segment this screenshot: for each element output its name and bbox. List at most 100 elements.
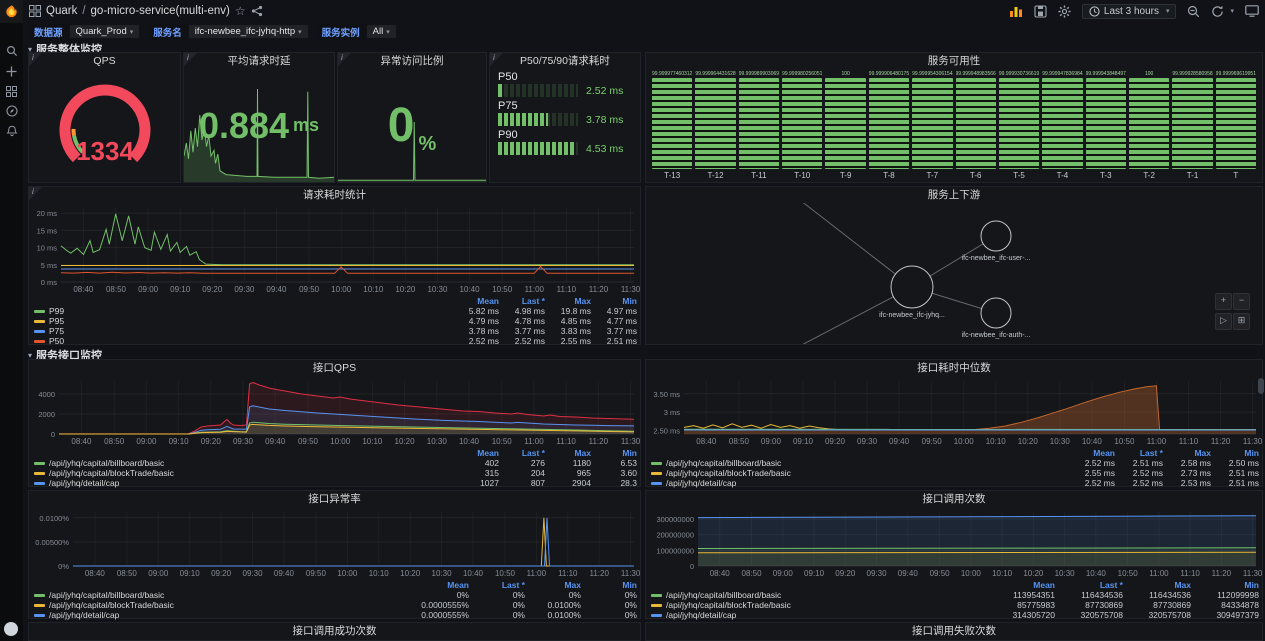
panel-info-corner[interactable] <box>490 53 503 66</box>
sidebar-dashboards[interactable] <box>0 81 23 101</box>
latency-stats-chart[interactable]: 08:4008:5009:0009:1009:2009:3009:4009:50… <box>29 203 640 295</box>
percentile-row: P502.52 ms <box>498 71 632 97</box>
api-latency-median-chart[interactable]: 08:4008:5009:0009:1009:2009:3009:4009:50… <box>646 376 1262 447</box>
panel-title[interactable]: 接口异常率 <box>29 491 640 507</box>
panel-info-corner[interactable] <box>29 53 42 66</box>
series-stat: 0% <box>469 590 525 600</box>
insights-button[interactable] <box>1009 5 1023 17</box>
legend-col-mean[interactable]: Mean <box>453 448 499 458</box>
legend-col-mean[interactable]: Mean <box>987 580 1055 590</box>
save-dashboard-button[interactable] <box>1034 5 1047 18</box>
panel-title[interactable]: P50/75/90请求耗时 <box>490 53 640 69</box>
sidebar-explore[interactable] <box>0 101 23 121</box>
dashboard-title[interactable]: go-micro-service(multi-env) <box>91 5 230 17</box>
series-label[interactable]: /api/jyhq/capital/billboard/basic <box>49 590 164 600</box>
page-scrollbar-thumb[interactable] <box>1258 378 1264 394</box>
grafana-logo[interactable] <box>0 0 23 23</box>
series-label[interactable]: /api/jyhq/capital/blockTrade/basic <box>666 600 791 610</box>
panel-info-corner[interactable] <box>184 53 197 66</box>
variable-value[interactable]: All▾ <box>367 25 396 38</box>
variable-service-name[interactable]: 服务名 ifc-newbee_ifc-jyhq-http▾ <box>147 24 307 39</box>
api-error-rate-chart[interactable]: 08:4008:5009:0009:1009:2009:3009:4009:50… <box>29 507 640 579</box>
zoom-out-time-button[interactable] <box>1187 5 1200 18</box>
series-label[interactable]: /api/jyhq/detail/cap <box>49 610 119 620</box>
time-range-picker[interactable]: Last 3 hours ▾ <box>1082 4 1177 19</box>
panel-title[interactable]: 接口调用成功次数 <box>29 623 640 639</box>
layout-grid-button[interactable]: ⊞ <box>1233 313 1250 330</box>
legend-col-last[interactable]: Last * <box>1055 580 1123 590</box>
sidebar-create[interactable] <box>0 61 23 81</box>
panel-title[interactable]: 接口调用次数 <box>646 491 1262 507</box>
sidebar-search[interactable] <box>0 41 23 61</box>
legend-col-last[interactable]: Last * <box>499 296 545 306</box>
service-node[interactable] <box>891 266 933 308</box>
variable-value[interactable]: Quark_Prod▾ <box>70 25 140 38</box>
series-label[interactable]: /api/jyhq/detail/cap <box>666 610 736 620</box>
panel-title[interactable]: 服务上下游 <box>646 187 1262 203</box>
panel-info-corner[interactable] <box>29 187 42 200</box>
api-calls-chart[interactable]: 08:4008:5009:0009:1009:2009:3009:4009:50… <box>646 507 1262 579</box>
series-label[interactable]: /api/jyhq/capital/billboard/basic <box>49 458 164 468</box>
service-node[interactable] <box>981 298 1011 328</box>
series-label[interactable]: /api/jyhq/capital/blockTrade/basic <box>666 468 791 478</box>
zoom-in-button[interactable]: + <box>1215 293 1232 310</box>
series-label[interactable]: /api/jyhq/capital/billboard/basic <box>666 590 781 600</box>
dashboard-settings-button[interactable] <box>1058 5 1071 18</box>
legend-col-mean[interactable]: Mean <box>1067 448 1115 458</box>
pan-button[interactable]: ▷ <box>1215 313 1232 330</box>
series-label[interactable]: P99 <box>49 306 64 316</box>
user-avatar[interactable] <box>4 622 18 636</box>
availability-bar <box>1216 78 1256 169</box>
legend-col-min[interactable]: Min <box>591 448 637 458</box>
zoom-out-button[interactable]: − <box>1233 293 1250 310</box>
legend-col-max[interactable]: Max <box>545 448 591 458</box>
legend-col-min[interactable]: Min <box>591 296 637 306</box>
service-node[interactable] <box>981 221 1011 251</box>
cycle-view-mode-button[interactable] <box>1245 5 1259 17</box>
panel-title[interactable]: 请求耗时统计 <box>29 187 640 203</box>
series-label[interactable]: /api/jyhq/capital/blockTrade/basic <box>49 600 174 610</box>
svg-text:10:50: 10:50 <box>1114 437 1135 446</box>
series-label[interactable]: /api/jyhq/capital/blockTrade/basic <box>49 468 174 478</box>
legend-col-max[interactable]: Max <box>1123 580 1191 590</box>
share-icon[interactable] <box>251 5 263 17</box>
variable-datasource[interactable]: 数据源 Quark_Prod▾ <box>28 24 139 39</box>
series-label[interactable]: P95 <box>49 316 64 326</box>
legend-col-min[interactable]: Min <box>581 580 637 590</box>
legend-col-mean[interactable]: Mean <box>453 296 499 306</box>
api-qps-chart[interactable]: 08:4008:5009:0009:1009:2009:3009:4009:50… <box>29 376 640 447</box>
legend-col-last[interactable]: Last * <box>469 580 525 590</box>
legend-col-mean[interactable]: Mean <box>413 580 469 590</box>
service-topology-graph[interactable]: ifc-newbee_ifc-jyhq...ifc-newbee_ifc-use… <box>646 203 1262 344</box>
series-label[interactable]: /api/jyhq/detail/cap <box>49 478 119 488</box>
svg-text:10:30: 10:30 <box>427 285 448 294</box>
panel-title[interactable]: 平均请求时延 <box>184 53 334 69</box>
breadcrumb-app[interactable]: Quark <box>46 5 77 17</box>
variable-value[interactable]: ifc-newbee_ifc-jyhq-http▾ <box>189 25 308 38</box>
series-label[interactable]: P50 <box>49 336 64 346</box>
legend-col-last[interactable]: Last * <box>1115 448 1163 458</box>
legend-col-last[interactable]: Last * <box>499 448 545 458</box>
legend-col-max[interactable]: Max <box>1163 448 1211 458</box>
panel-title[interactable]: 接口耗时中位数 <box>646 360 1262 376</box>
legend-col-min[interactable]: Min <box>1191 580 1259 590</box>
legend-col-max[interactable]: Max <box>545 296 591 306</box>
panel-info-corner[interactable] <box>338 53 351 66</box>
series-label[interactable]: /api/jyhq/detail/cap <box>666 478 736 488</box>
panel-title[interactable]: 接口调用失败次数 <box>646 623 1262 639</box>
refresh-interval-caret[interactable]: ▾ <box>1230 7 1234 15</box>
panel-title[interactable]: 服务可用性 <box>646 53 1262 69</box>
legend-col-min[interactable]: Min <box>1211 448 1259 458</box>
series-label[interactable]: /api/jyhq/capital/billboard/basic <box>666 458 781 468</box>
star-icon[interactable]: ☆ <box>235 4 246 18</box>
variable-service-instance[interactable]: 服务实例 All▾ <box>316 24 396 39</box>
panel-title[interactable]: 接口QPS <box>29 360 640 376</box>
refresh-button[interactable]: ▾ <box>1211 5 1234 18</box>
panel-title[interactable]: 异常访问比例 <box>338 53 486 69</box>
panel-title[interactable]: QPS <box>29 53 180 69</box>
avg-latency-stat: 0.884 ms <box>184 69 334 182</box>
sidebar-alerting[interactable] <box>0 121 23 141</box>
legend-col-max[interactable]: Max <box>525 580 581 590</box>
svg-text:10:10: 10:10 <box>992 569 1013 578</box>
series-label[interactable]: P75 <box>49 326 64 336</box>
